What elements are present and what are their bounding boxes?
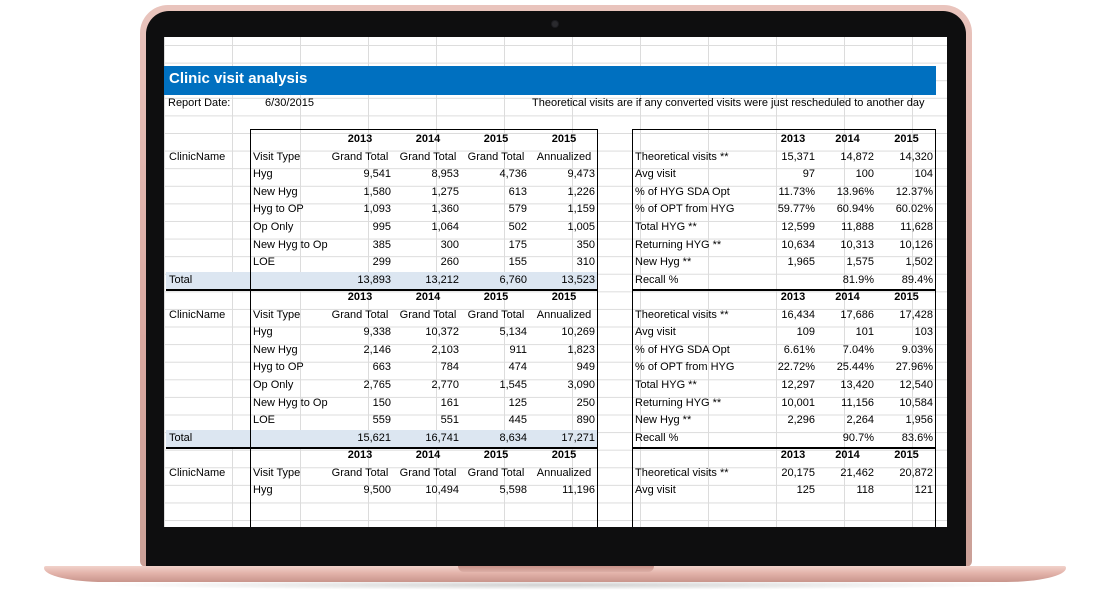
metric-section-border [632, 447, 936, 449]
metric-section-border [632, 289, 936, 291]
total-label: Total [169, 431, 193, 444]
total-label: Total [169, 273, 193, 286]
note-text: Theoretical visits are if any converted … [532, 97, 925, 109]
report-date-label: Report Date: [168, 97, 231, 109]
spreadsheet-screen: Clinic visit analysis Report Date: 6/30/… [164, 37, 947, 527]
total-bottom-border [166, 447, 598, 449]
left-table-border [250, 129, 598, 527]
total-bottom-border [166, 289, 598, 291]
clinic-name-header: ClinicName [169, 466, 226, 479]
clinic-name-header: ClinicName [169, 308, 226, 321]
title-bar: Clinic visit analysis [164, 66, 936, 95]
camera-icon [552, 21, 558, 27]
report-date-value: 6/30/2015 [265, 97, 314, 109]
sheet-title: Clinic visit analysis [169, 70, 308, 87]
clinic-name-header: ClinicName [169, 150, 226, 163]
laptop-notch [458, 566, 654, 572]
right-table-border [632, 129, 936, 527]
